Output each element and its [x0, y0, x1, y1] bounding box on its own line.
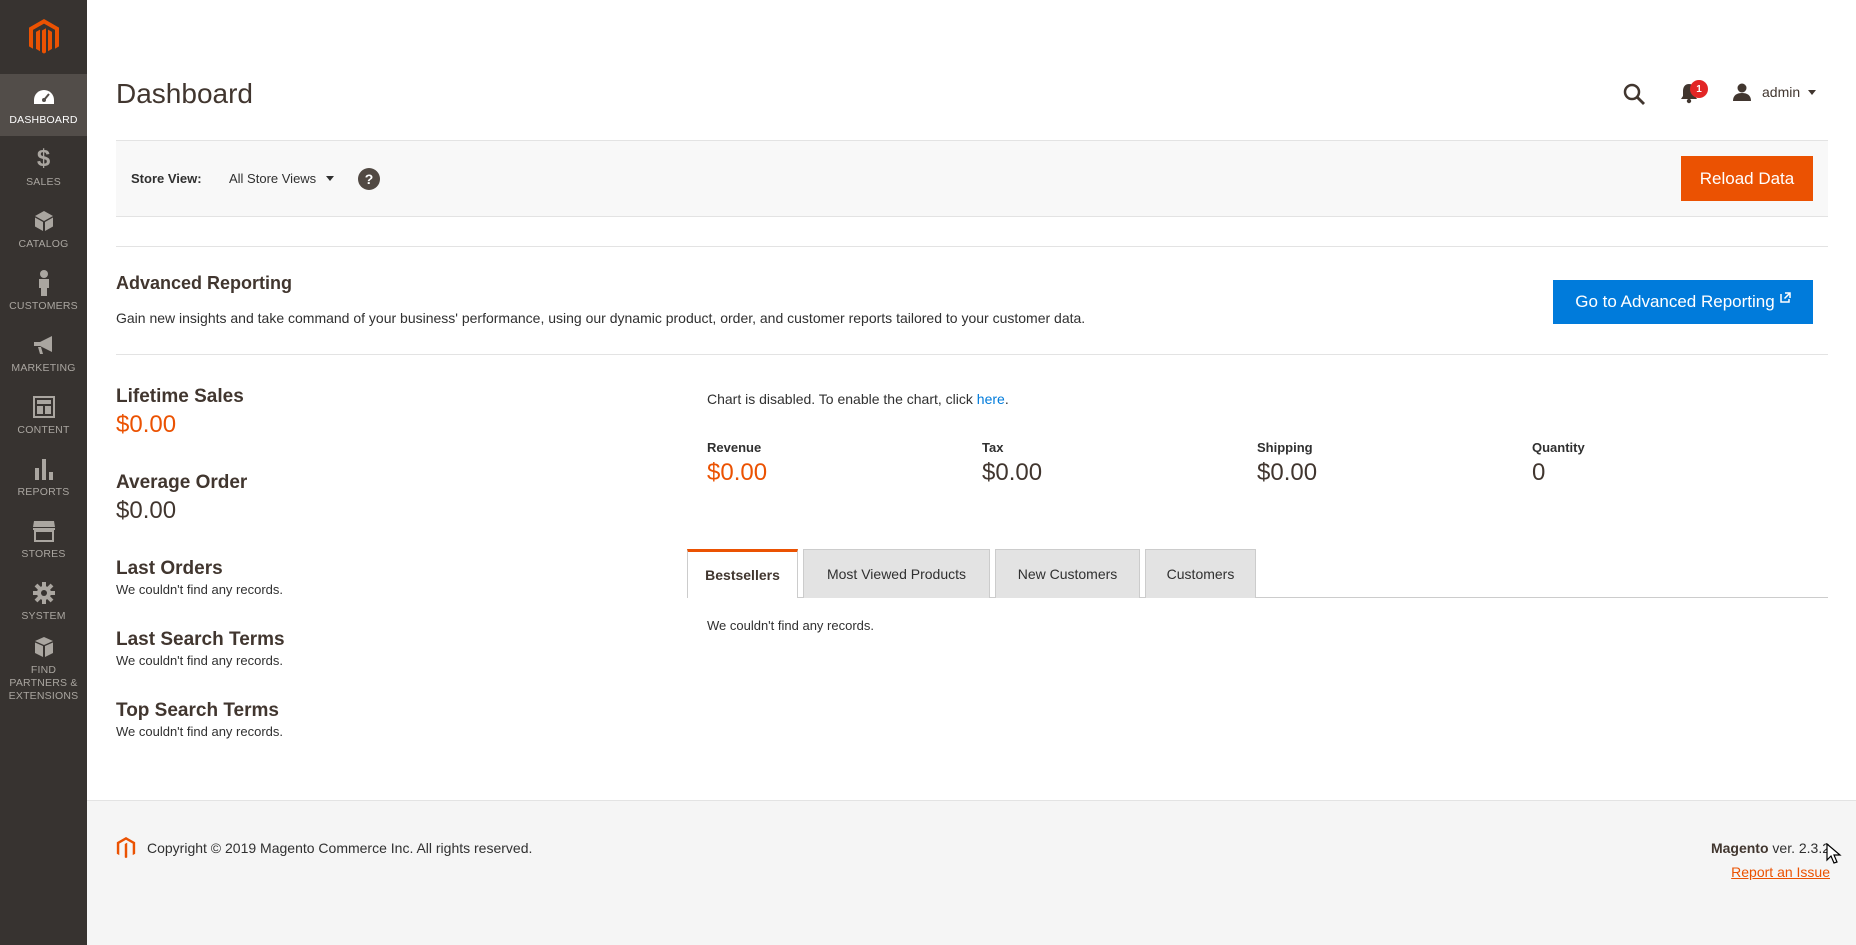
copyright-text: Copyright © 2019 Magento Commerce Inc. A…: [147, 840, 533, 856]
average-order-label: Average Order: [116, 472, 248, 493]
sidebar-item-content[interactable]: CONTENT: [0, 384, 87, 446]
sidebar-item-sales[interactable]: $ SALES: [0, 136, 87, 198]
lifetime-sales-label: Lifetime Sales: [116, 386, 244, 407]
mouse-cursor-icon: [1826, 842, 1842, 865]
top-search-terms-empty: We couldn't find any records.: [116, 724, 283, 739]
bar-chart-icon: [31, 456, 57, 482]
quantity-value: 0: [1532, 459, 1546, 486]
revenue-value: $0.00: [707, 459, 768, 486]
sidebar-item-label: DASHBOARD: [9, 113, 78, 126]
advanced-reporting-title: Advanced Reporting: [116, 273, 293, 293]
sidebar-item-label: STORES: [21, 547, 66, 560]
store-view-bar: Store View: All Store Views ? Reload Dat…: [116, 140, 1828, 217]
help-icon[interactable]: ?: [358, 168, 380, 190]
sidebar-item-label: SYSTEM: [21, 609, 66, 622]
store-view-selected: All Store Views: [229, 171, 317, 186]
magento-brand: Magento: [1710, 840, 1769, 856]
last-search-terms-label: Last Search Terms: [116, 629, 285, 650]
shipping-value: $0.00: [1257, 459, 1318, 486]
advanced-reporting-description: Gain new insights and take command of yo…: [116, 310, 1086, 326]
magento-logo-icon: [116, 837, 136, 859]
dollar-icon: $: [36, 144, 51, 172]
search-icon[interactable]: [1622, 82, 1646, 106]
chevron-down-icon: [326, 176, 335, 181]
chevron-down-icon: [1808, 89, 1817, 95]
chart-message-suffix: .: [1004, 391, 1009, 407]
lifetime-sales-value: $0.00: [116, 411, 177, 438]
sidebar-item-dashboard[interactable]: DASHBOARD: [0, 74, 87, 136]
sidebar-item-label: MARKETING: [11, 361, 76, 374]
shipping-label: Shipping: [1257, 440, 1313, 455]
chart-message-text: Chart is disabled. To enable the chart, …: [707, 391, 977, 407]
sidebar-item-label: SALES: [26, 175, 61, 188]
boxes-icon: [31, 634, 57, 660]
storefront-icon: [31, 518, 57, 544]
divider: [116, 246, 1828, 247]
sidebar-item-marketing[interactable]: MARKETING: [0, 322, 87, 384]
sidebar-item-reports[interactable]: REPORTS: [0, 446, 87, 508]
megaphone-icon: [31, 332, 57, 358]
gear-icon: [31, 580, 57, 606]
store-view-label: Store View:: [131, 171, 202, 186]
sidebar-item-label: REPORTS: [17, 485, 70, 498]
tab-new-customers[interactable]: New Customers: [995, 549, 1140, 598]
sidebar-item-label: FIND PARTNERS & EXTENSIONS: [8, 663, 79, 702]
notifications-count-badge: 1: [1690, 80, 1708, 98]
sidebar-item-catalog[interactable]: CATALOG: [0, 198, 87, 260]
user-icon: [1732, 83, 1752, 101]
layout-icon: [31, 394, 57, 420]
admin-sidebar: DASHBOARD $ SALES CATALOG CUSTOMERS MARK…: [0, 0, 87, 945]
tab-most-viewed-products[interactable]: Most Viewed Products: [803, 549, 990, 598]
magento-logo-icon[interactable]: [0, 0, 87, 74]
version-text: Magento ver. 2.3.2: [1711, 840, 1830, 856]
last-orders-label: Last Orders: [116, 558, 223, 579]
go-to-advanced-reporting-button[interactable]: Go to Advanced Reporting: [1553, 280, 1813, 324]
top-search-terms-label: Top Search Terms: [116, 700, 279, 721]
sidebar-item-label: CONTENT: [17, 423, 70, 436]
last-search-terms-empty: We couldn't find any records.: [116, 653, 283, 668]
sidebar-item-find-partners[interactable]: FIND PARTNERS & EXTENSIONS: [0, 632, 87, 704]
button-label: Go to Advanced Reporting: [1575, 292, 1775, 311]
reload-data-button[interactable]: Reload Data: [1681, 156, 1813, 201]
tax-value: $0.00: [982, 459, 1043, 486]
tab-bestsellers[interactable]: Bestsellers: [687, 549, 798, 598]
revenue-label: Revenue: [707, 440, 762, 455]
page-title: Dashboard: [116, 78, 253, 109]
quantity-label: Quantity: [1532, 440, 1585, 455]
store-view-switcher[interactable]: All Store Views: [229, 171, 335, 186]
divider: [116, 354, 1828, 355]
sidebar-item-system[interactable]: SYSTEM: [0, 570, 87, 632]
tab-customers[interactable]: Customers: [1145, 549, 1256, 598]
average-order-value: $0.00: [116, 497, 177, 524]
person-icon: [31, 269, 57, 296]
enable-chart-link[interactable]: here: [977, 391, 1005, 407]
version-number: ver. 2.3.2: [1768, 840, 1830, 856]
dashboard-gauge-icon: [31, 84, 57, 110]
sidebar-item-customers[interactable]: CUSTOMERS: [0, 260, 87, 322]
last-orders-empty: We couldn't find any records.: [116, 582, 283, 597]
sidebar-item-label: CUSTOMERS: [9, 299, 78, 312]
page-footer: Copyright © 2019 Magento Commerce Inc. A…: [87, 800, 1856, 945]
admin-username: admin: [1762, 84, 1801, 100]
tab-content-empty: We couldn't find any records.: [707, 618, 874, 633]
box-icon: [31, 208, 57, 234]
sidebar-item-label: CATALOG: [18, 237, 69, 250]
tax-label: Tax: [982, 440, 1004, 455]
admin-user-menu[interactable]: admin: [1732, 80, 1817, 104]
chart-disabled-message: Chart is disabled. To enable the chart, …: [707, 391, 1009, 407]
sidebar-item-stores[interactable]: STORES: [0, 508, 87, 570]
external-link-icon: [1779, 288, 1791, 308]
report-issue-link[interactable]: Report an Issue: [1731, 864, 1830, 880]
